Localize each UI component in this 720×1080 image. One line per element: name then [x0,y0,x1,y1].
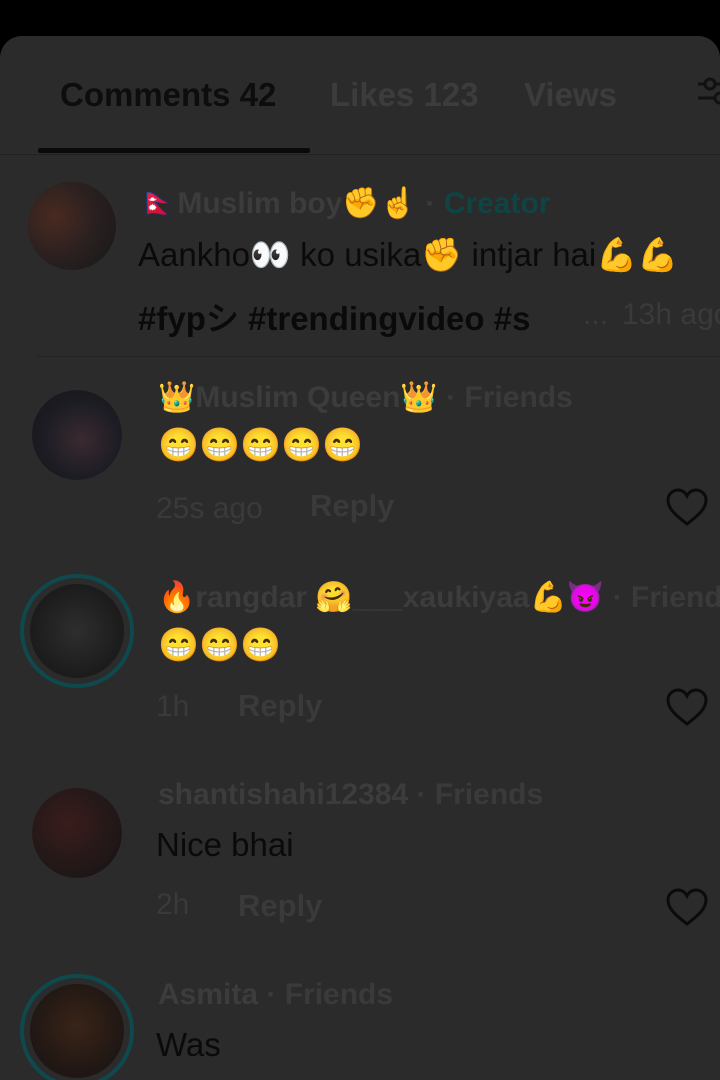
post-author-name[interactable]: 🇳🇵Muslim boy✊☝ [140,187,417,220]
see-more[interactable]: ... [583,298,608,332]
avatar[interactable] [28,182,116,270]
tab-comments[interactable]: Comments 42 [60,76,276,114]
username-text[interactable]: Asmita [158,978,258,1011]
active-tab-indicator [38,148,310,153]
comment-username[interactable]: 🔥rangdar 🤗___xaukiyaa💪😈 · Friends [158,580,720,615]
username-text[interactable]: 🔥rangdar 🤗___xaukiyaa💪😈 [158,581,604,614]
reply-button[interactable]: Reply [310,488,394,524]
tab-bar: Comments 42 Likes 123 Views [0,36,720,155]
comment-text: 😁😁😁 [158,626,282,663]
username-text[interactable]: shantishahi12384 [158,778,408,811]
comment-username[interactable]: Asmita · Friends [158,978,393,1012]
comment-time: 25s ago [156,492,263,525]
comment-text: Was [156,1026,221,1063]
comment-text: 😁😁😁😁😁 [158,426,364,463]
relation-label: · Friends [446,381,573,414]
avatar-with-story-ring[interactable] [20,974,134,1080]
tab-likes[interactable]: Likes 123 [330,76,479,114]
comment-time: 2h [156,888,190,921]
post-author[interactable]: 🇳🇵Muslim boy✊☝ · Creator [140,186,550,221]
relation-label: · Friends [612,581,720,614]
avatar[interactable] [32,390,122,480]
avatar-with-story-ring[interactable] [20,574,134,688]
comment-username[interactable]: 👑Muslim Queen👑 · Friends [158,380,573,415]
tab-views[interactable]: Views [524,76,640,114]
comment-username[interactable]: shantishahi12384 · Friends [158,778,543,812]
filter-icon[interactable] [690,70,720,110]
creator-badge: Creator [443,187,551,220]
reply-button[interactable]: Reply [238,688,322,724]
relation-label: · Friends [416,778,544,811]
divider [36,356,720,357]
post-time: 13h ago [622,298,720,331]
separator: · [425,187,436,220]
heart-icon[interactable] [666,688,708,728]
comment-time: 1h [156,690,190,723]
comments-sheet: Comments 42 Likes 123 Views 🇳🇵Muslim boy… [0,36,720,1080]
post-hashtags[interactable]: #fypシ #trendingvideo #s [138,292,530,340]
heart-icon[interactable] [666,888,708,928]
relation-label: · Friends [266,978,394,1011]
username-text[interactable]: 👑Muslim Queen👑 [158,381,438,414]
post-caption: Aankho👀 ko usika✊ intjar hai💪💪 [138,236,679,273]
comment-text: Nice bhai [156,826,294,863]
avatar[interactable] [32,788,122,878]
heart-icon[interactable] [666,488,708,528]
reply-button[interactable]: Reply [238,888,322,924]
